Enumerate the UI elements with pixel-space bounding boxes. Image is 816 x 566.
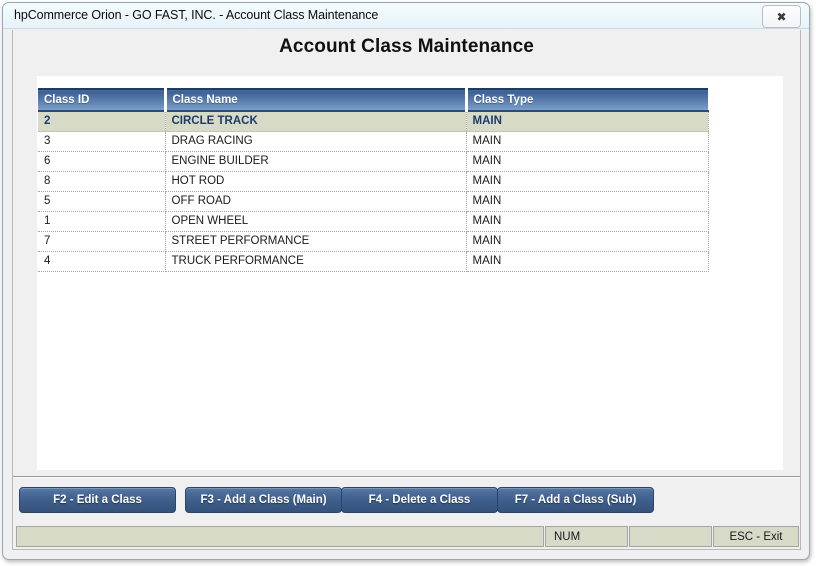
cell-class-name: TRUCK PERFORMANCE bbox=[165, 251, 467, 272]
client-area: Account Class Maintenance Class ID Class… bbox=[12, 30, 801, 550]
cell-class-type: MAIN bbox=[466, 151, 709, 172]
cell-class-name: STREET PERFORMANCE bbox=[165, 231, 467, 252]
table-row[interactable]: 4 TRUCK PERFORMANCE MAIN bbox=[38, 251, 709, 272]
column-header-class-name[interactable]: Class Name bbox=[165, 88, 468, 112]
status-num-panel: NUM bbox=[545, 526, 628, 547]
close-button[interactable]: ✖ bbox=[762, 5, 801, 28]
column-header-class-type[interactable]: Class Type bbox=[466, 88, 708, 112]
cell-class-type: MAIN bbox=[466, 131, 709, 152]
table-row[interactable]: 5 OFF ROAD MAIN bbox=[38, 191, 709, 212]
delete-class-button[interactable]: F4 - Delete a Class bbox=[341, 487, 498, 513]
table-row[interactable]: 8 HOT ROD MAIN bbox=[38, 171, 709, 192]
cell-class-id: 1 bbox=[38, 211, 166, 232]
status-message-panel bbox=[16, 526, 544, 547]
cell-class-name: CIRCLE TRACK bbox=[165, 111, 467, 132]
table-row[interactable]: 6 ENGINE BUILDER MAIN bbox=[38, 151, 709, 172]
cell-class-id: 6 bbox=[38, 151, 166, 172]
cell-class-name: OPEN WHEEL bbox=[165, 211, 467, 232]
cell-class-id: 5 bbox=[38, 191, 166, 212]
status-spare-panel bbox=[629, 526, 712, 547]
cell-class-type: MAIN bbox=[466, 211, 709, 232]
add-class-sub-button[interactable]: F7 - Add a Class (Sub) bbox=[497, 487, 654, 513]
cell-class-type: MAIN bbox=[466, 191, 709, 212]
table-row[interactable]: 1 OPEN WHEEL MAIN bbox=[38, 211, 709, 232]
cell-class-id: 4 bbox=[38, 251, 166, 272]
cell-class-type: MAIN bbox=[466, 111, 709, 132]
account-class-table[interactable]: Class ID Class Name Class Type 2 CIRCLE T… bbox=[38, 88, 709, 272]
status-esc-exit-panel[interactable]: ESC - Exit bbox=[713, 526, 799, 547]
add-class-main-button[interactable]: F3 - Add a Class (Main) bbox=[185, 487, 342, 513]
application-window: hpCommerce Orion - GO FAST, INC. - Accou… bbox=[2, 2, 810, 560]
cell-class-type: MAIN bbox=[466, 251, 709, 272]
status-bar: NUM ESC - Exit bbox=[13, 524, 800, 549]
table-row[interactable]: 2 CIRCLE TRACK MAIN bbox=[38, 111, 709, 132]
cell-class-type: MAIN bbox=[466, 171, 709, 192]
cell-class-name: HOT ROD bbox=[165, 171, 467, 192]
grid-panel: Class ID Class Name Class Type 2 CIRCLE T… bbox=[37, 76, 783, 470]
window-title: hpCommerce Orion - GO FAST, INC. - Accou… bbox=[14, 8, 379, 22]
table-row[interactable]: 7 STREET PERFORMANCE MAIN bbox=[38, 231, 709, 252]
title-bar: hpCommerce Orion - GO FAST, INC. - Accou… bbox=[3, 3, 809, 29]
cell-class-name: OFF ROAD bbox=[165, 191, 467, 212]
page-title: Account Class Maintenance bbox=[279, 36, 534, 57]
cell-class-id: 8 bbox=[38, 171, 166, 192]
column-header-class-id[interactable]: Class ID bbox=[38, 88, 167, 112]
cell-class-type: MAIN bbox=[466, 231, 709, 252]
table-row[interactable]: 3 DRAG RACING MAIN bbox=[38, 131, 709, 152]
cell-class-name: DRAG RACING bbox=[165, 131, 467, 152]
table-body: 2 CIRCLE TRACK MAIN 3 DRAG RACING MAIN 6 ENGINE… bbox=[38, 111, 709, 272]
cell-class-id: 2 bbox=[38, 111, 166, 132]
close-icon: ✖ bbox=[776, 9, 787, 24]
table-header-row: Class ID Class Name Class Type bbox=[38, 88, 708, 112]
cell-class-id: 3 bbox=[38, 131, 166, 152]
button-separator bbox=[13, 476, 800, 478]
cell-class-name: ENGINE BUILDER bbox=[165, 151, 467, 172]
cell-class-id: 7 bbox=[38, 231, 166, 252]
edit-class-button[interactable]: F2 - Edit a Class bbox=[19, 487, 176, 513]
